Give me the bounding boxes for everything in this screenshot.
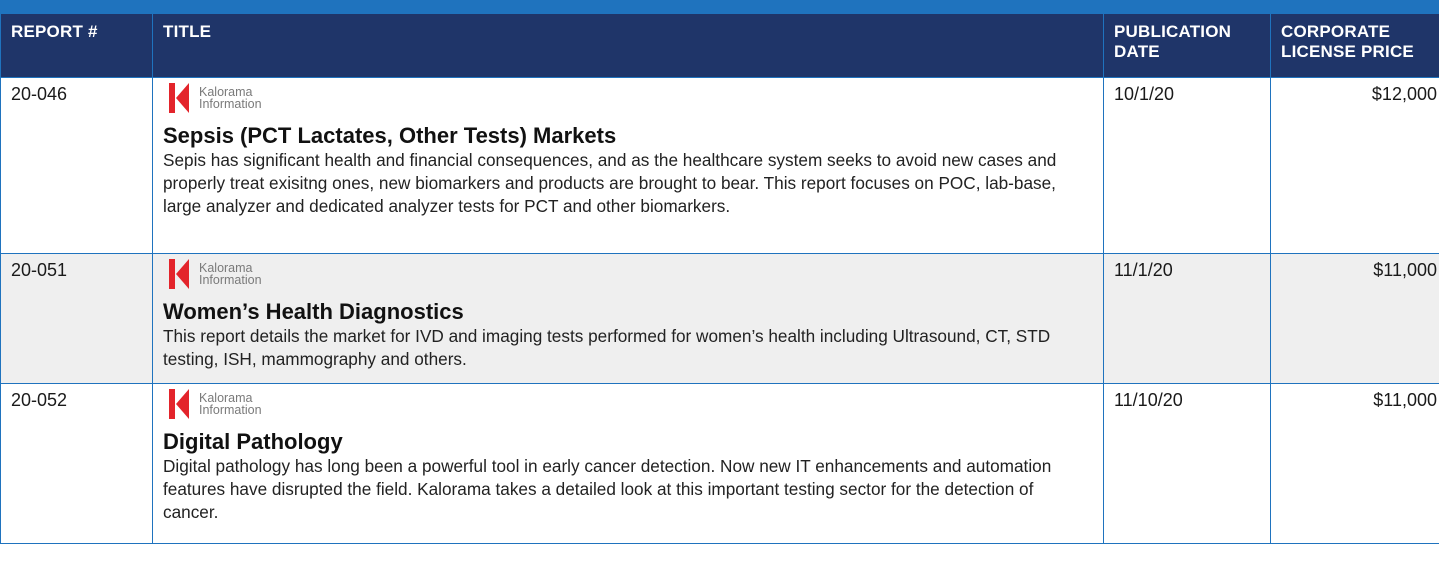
publisher-logo: Kalorama Information: [169, 259, 1091, 289]
kalorama-k-logo-icon: [169, 389, 189, 419]
kalorama-k-logo-icon: [169, 259, 189, 289]
reports-table: REPORT # TITLE PUBLICATION DATE CORPORAT…: [0, 13, 1439, 544]
top-accent-bar: [0, 0, 1439, 13]
header-title: TITLE: [152, 13, 1104, 78]
report-title-link[interactable]: Digital Pathology: [163, 429, 1091, 455]
report-description: Digital pathology has long been a powerf…: [163, 456, 1052, 522]
kalorama-k-logo-icon: [169, 83, 189, 113]
table-row: 20-046 Kalorama Information Sepsis (PCT …: [0, 77, 1439, 254]
report-number: 20-052: [0, 383, 153, 544]
table-header-row: REPORT # TITLE PUBLICATION DATE CORPORAT…: [0, 13, 1439, 78]
report-number: 20-051: [0, 253, 153, 384]
header-publication-date: PUBLICATION DATE: [1103, 13, 1271, 78]
report-title-link[interactable]: Sepsis (PCT Lactates, Other Tests) Marke…: [163, 123, 1091, 149]
report-description: This report details the market for IVD a…: [163, 326, 1051, 369]
license-price: $11,000: [1270, 383, 1439, 544]
report-description: Sepis has significant health and financi…: [163, 150, 1057, 216]
license-price: $11,000: [1270, 253, 1439, 384]
report-title-cell: Kalorama Information Digital Pathology D…: [152, 383, 1104, 544]
report-title-cell: Kalorama Information Women’s Health Diag…: [152, 253, 1104, 384]
report-catalog-page: REPORT # TITLE PUBLICATION DATE CORPORAT…: [0, 0, 1439, 575]
report-title-link[interactable]: Women’s Health Diagnostics: [163, 299, 1091, 325]
publication-date: 11/1/20: [1103, 253, 1271, 384]
report-number: 20-046: [0, 77, 153, 254]
license-price: $12,000: [1270, 77, 1439, 254]
publisher-logo: Kalorama Information: [169, 83, 1091, 113]
publisher-name-line2: Information: [199, 403, 262, 417]
report-title-cell: Kalorama Information Sepsis (PCT Lactate…: [152, 77, 1104, 254]
header-report-num: REPORT #: [0, 13, 153, 78]
publisher-logo: Kalorama Information: [169, 389, 1091, 419]
table-row: 20-052 Kalorama Information Digital Path…: [0, 383, 1439, 544]
publisher-name-line2: Information: [199, 97, 262, 111]
publication-date: 11/10/20: [1103, 383, 1271, 544]
header-corporate-license-price: CORPORATE LICENSE PRICE: [1270, 13, 1439, 78]
table-row: 20-051 Kalorama Information Women’s Heal…: [0, 253, 1439, 384]
publication-date: 10/1/20: [1103, 77, 1271, 254]
publisher-name-line2: Information: [199, 273, 262, 287]
